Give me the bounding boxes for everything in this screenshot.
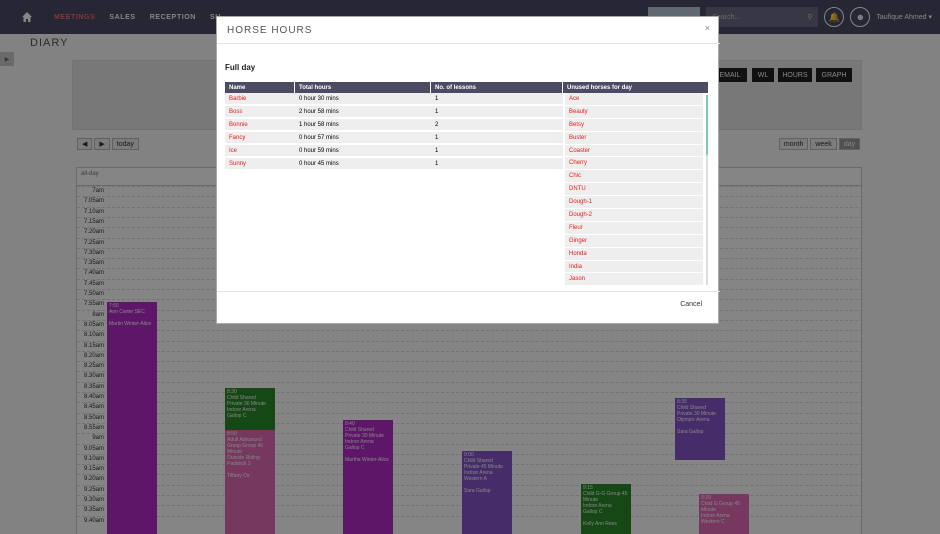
table-header: Name Total hours No. of lessons Unused h… [225, 82, 708, 93]
cell-name: Fancy [225, 132, 295, 144]
unused-horse-item: Ace [565, 93, 703, 106]
cell-name: Boss [225, 106, 295, 118]
cell-hours: 0 hour 59 mins [295, 145, 431, 157]
table-row[interactable]: Boss 2 hour 58 mins 1 [225, 106, 563, 118]
cell-lessons: 1 [431, 145, 563, 157]
cell-name: Bonnie [225, 119, 295, 131]
table-row[interactable]: Sunny 0 hour 45 mins 1 [225, 158, 563, 170]
cell-lessons: 1 [431, 132, 563, 144]
section-title: Full day [225, 63, 256, 72]
cell-lessons: 2 [431, 119, 563, 131]
unused-horse-item: Dough-1 [565, 196, 703, 210]
table-row[interactable]: Ice 0 hour 59 mins 1 [225, 145, 563, 157]
table-row[interactable]: Fancy 0 hour 57 mins 1 [225, 132, 563, 144]
unused-horse-item: Ginger [565, 234, 703, 248]
modal-title: HORSE HOURS [227, 25, 313, 36]
cell-hours: 1 hour 58 mins [295, 119, 431, 131]
unused-horse-item: DNTU [565, 183, 703, 197]
cell-lessons: 1 [431, 158, 563, 170]
cell-name: Sunny [225, 158, 295, 170]
col-total-hours: Total hours [295, 82, 431, 93]
unused-horse-item: Coaster [565, 144, 703, 158]
unused-horse-item: Jason [565, 273, 703, 285]
col-lessons: No. of lessons [431, 82, 563, 93]
table-scrollbar[interactable] [706, 95, 708, 285]
unused-horse-item: Honda [565, 247, 703, 261]
cell-lessons: 1 [431, 93, 563, 105]
cell-hours: 0 hour 30 mins [295, 93, 431, 105]
footer-divider [217, 291, 720, 292]
col-name: Name [225, 82, 295, 93]
unused-horse-item: Betsy [565, 118, 703, 132]
horse-hours-table: Name Total hours No. of lessons Unused h… [225, 82, 708, 285]
cell-hours: 0 hour 57 mins [295, 132, 431, 144]
unused-horse-item: Chic [565, 170, 703, 184]
unused-horse-item: India [565, 260, 703, 274]
scroll-thumb[interactable] [706, 95, 708, 155]
unused-horse-item: Beauty [565, 105, 703, 119]
table-row[interactable]: Bonnie 1 hour 58 mins 2 [225, 119, 563, 131]
unused-horse-item: Cherry [565, 157, 703, 171]
unused-horse-item: Buster [565, 131, 703, 145]
cell-hours: 0 hour 45 mins [295, 158, 431, 170]
modal-divider [217, 43, 720, 44]
col-unused: Unused horses for day [567, 84, 633, 91]
table-row[interactable]: Barbie 0 hour 30 mins 1 [225, 93, 563, 105]
app-root: MEETINGS SALES RECEPTION SH... Search...… [0, 0, 940, 534]
unused-horse-item: Dough-2 [565, 209, 703, 222]
cell-name: Barbie [225, 93, 295, 105]
unused-horse-item: Fleur [565, 221, 703, 235]
cell-name: Ice [225, 145, 295, 157]
cell-hours: 2 hour 58 mins [295, 106, 431, 118]
close-icon[interactable]: × [705, 23, 710, 33]
horse-hours-modal: HORSE HOURS × Full day Name Total hours … [216, 16, 720, 324]
cell-lessons: 1 [431, 106, 563, 118]
cancel-button[interactable]: Cancel [680, 301, 702, 308]
unused-horses-list: Ace Beauty Betsy Buster Coaster Cherry Chic DNT… [565, 93, 708, 285]
